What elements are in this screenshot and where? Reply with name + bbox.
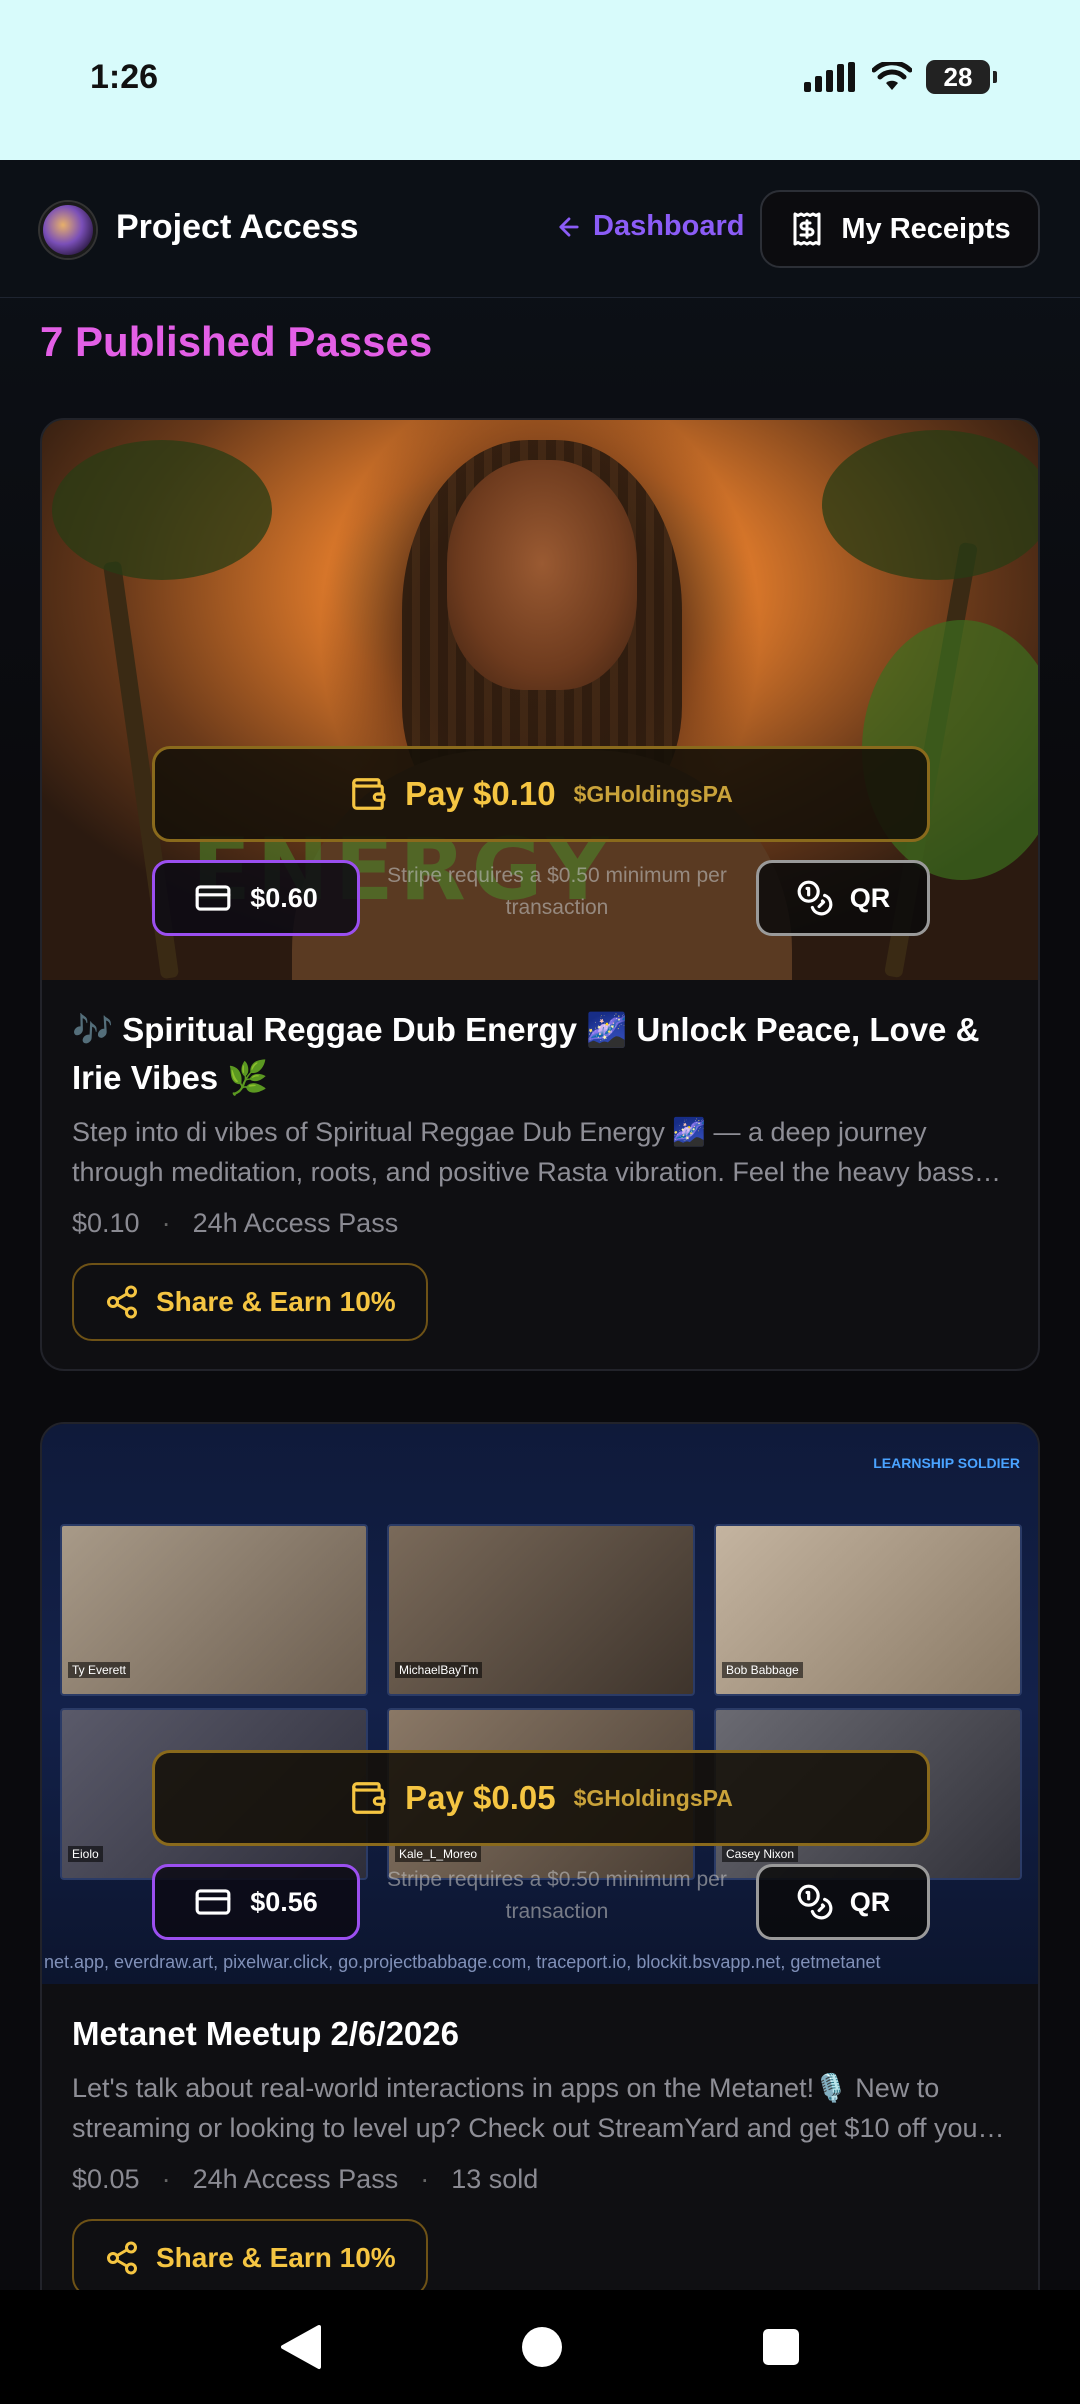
coins-icon [797,880,833,916]
app-screen: Project Access Dashboard My Receipts 7 P… [0,160,1080,2290]
share-icon [107,1285,137,1319]
app-header: Project Access Dashboard My Receipts [0,160,1080,298]
ticker-text: net.app, everdraw.art, pixelwar.click, g… [44,1952,881,1972]
video-tile: MichaelBayTm [387,1524,695,1696]
meta-separator: · [161,1208,171,1238]
share-earn-button[interactable]: Share & Earn 10% [72,2219,428,2290]
share-label: Share & Earn 10% [156,1286,396,1317]
qr-button[interactable]: QR [756,860,930,936]
video-tile: Bob Babbage [714,1524,1022,1696]
system-nav-bar [0,2290,1080,2404]
pass-title: Metanet Meetup 2/6/2026 [72,2015,459,2052]
tile-label: Kale_L_Moreo [395,1846,482,1862]
home-icon[interactable] [520,2325,564,2369]
back-icon[interactable] [279,2323,323,2371]
app-logo[interactable] [40,202,96,258]
pass-thumbnail: LEARNSHIP SOLDIER Ty Everett MichaelBayT… [42,1424,1038,1984]
meta-separator: · [161,2164,171,2194]
stripe-note: Stripe requires a $0.50 minimum per tran… [387,864,727,919]
pass-meta: $0.10 · 24h Access Pass [72,1208,1008,1239]
pass-details: Metanet Meetup 2/6/2026 Let's talk about… [42,1984,1038,2290]
pass-description: Step into di vibes of Spiritual Reggae D… [72,1117,975,1187]
card-pay-button[interactable]: $0.60 [152,860,360,936]
pay-button[interactable]: Pay $0.05 $GHoldingsPA [152,1750,930,1846]
receipt-icon [793,212,821,246]
pay-label: Pay $0.10 [405,775,556,812]
my-receipts-button[interactable]: My Receipts [760,190,1040,268]
tile-label: Eiolo [68,1846,103,1862]
share-icon [107,2241,137,2275]
pass-price: $0.10 [72,1208,140,1238]
wallet-icon [352,778,386,810]
tile-label: Casey Nixon [722,1846,799,1862]
credit-card-icon [195,1889,231,1915]
status-time: 1:26 [90,58,159,96]
app-title: Project Access [116,208,359,246]
pass-meta: $0.05 · 24h Access Pass · 13 sold [72,2164,1008,2195]
dashboard-label: Dashboard [593,210,745,242]
status-bar: 1:26 28 [0,0,1080,160]
recents-icon[interactable] [761,2327,801,2367]
status-icons: 28 [804,60,997,94]
pass-price: $0.05 [72,2164,140,2194]
share-label: Share & Earn 10% [156,2242,396,2273]
pass-description: Let's talk about real-world interactions… [72,2073,987,2143]
card-price: $0.56 [250,1886,318,1917]
battery-icon: 28 [926,60,997,94]
pass-thumbnail: ENERGY Pay $0.10 $GHoldingsPA $0.60 Stri… [42,420,1038,980]
palm-fronds [822,430,1038,580]
tile-label: MichaelBayTm [395,1662,483,1678]
palm-fronds [52,440,272,580]
pass-duration: 24h Access Pass [192,1208,399,1238]
brand-badge: LEARNSHIP SOLDIER [873,1455,1020,1471]
pass-title: 🎶 Spiritual Reggae Dub Energy 🌌 Unlock P… [72,1011,980,1096]
signal-icon [804,62,855,92]
wallet-icon [352,1782,386,1814]
pay-button[interactable]: Pay $0.10 $GHoldingsPA [152,746,930,842]
credit-card-icon [195,885,231,911]
qr-label: QR [849,882,891,913]
share-earn-button[interactable]: Share & Earn 10% [72,1263,428,1341]
qr-label: QR [849,1886,891,1917]
pay-handle: $GHoldingsPA [573,1784,733,1811]
meta-separator: · [420,2164,430,2194]
wifi-icon [872,62,912,90]
dashboard-link[interactable]: Dashboard [555,210,744,243]
card-pay-button[interactable]: $0.56 [152,1864,360,1940]
coins-icon [797,1884,833,1920]
pay-label: Pay $0.05 [405,1779,556,1816]
arrow-left-icon [559,216,579,237]
artist-face [447,460,637,690]
video-tile: Ty Everett [60,1524,368,1696]
pass-sold-count: 13 sold [451,2164,539,2194]
section-title: 7 Published Passes [40,318,433,365]
card-price: $0.60 [250,882,318,913]
tile-label: Ty Everett [68,1662,131,1678]
pass-details: 🎶 Spiritual Reggae Dub Energy 🌌 Unlock P… [42,980,1038,1369]
stripe-note: Stripe requires a $0.50 minimum per tran… [387,1868,727,1923]
pay-handle: $GHoldingsPA [573,780,733,807]
pass-duration: 24h Access Pass [192,2164,399,2194]
tile-label: Bob Babbage [722,1662,803,1678]
pass-card[interactable]: ENERGY Pay $0.10 $GHoldingsPA $0.60 Stri… [40,418,1040,1371]
my-receipts-label: My Receipts [841,212,1011,245]
pass-card[interactable]: LEARNSHIP SOLDIER Ty Everett MichaelBayT… [40,1422,1040,2290]
qr-button[interactable]: QR [756,1864,930,1940]
